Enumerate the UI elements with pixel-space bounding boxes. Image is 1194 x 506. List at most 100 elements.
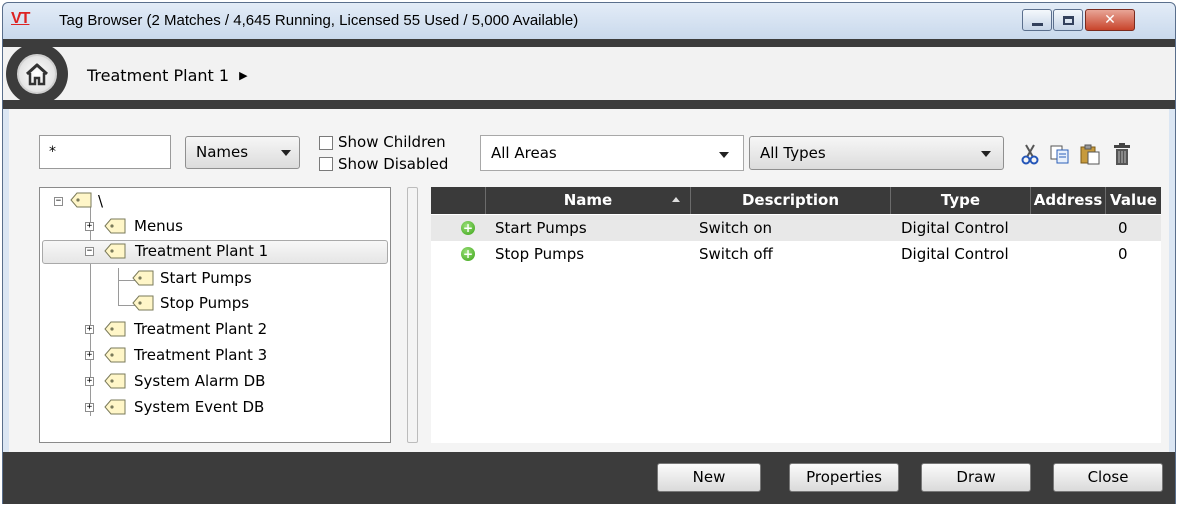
cut-icon [1021,144,1039,165]
tree-root[interactable]: − \ [40,190,390,214]
tree-item-treatment-plant-2[interactable]: + Treatment Plant 2 [40,318,390,342]
cell-type: Digital Control [901,245,1009,263]
main-panel: Names Show Children Show Disabled All Ar… [9,109,1169,452]
table-row[interactable]: + Start Pumps Switch on Digital Control … [431,215,1161,241]
tag-icon [104,243,126,259]
search-input[interactable] [39,135,171,169]
cell-value: 0 [1118,245,1128,263]
cell-type: Digital Control [901,219,1009,237]
tree-item-label: Menus [134,217,183,235]
tree-item-treatment-plant-3[interactable]: + Treatment Plant 3 [40,344,390,368]
column-header-label: Address [1033,191,1103,209]
types-select-value: All Types [760,144,826,162]
table-row[interactable]: + Stop Pumps Switch off Digital Control … [431,241,1161,267]
areas-select-value: All Areas [491,144,557,162]
column-header-icon [431,187,486,214]
sort-ascending-icon [672,197,680,202]
expand-icon[interactable]: + [85,377,94,386]
collapse-icon[interactable]: − [85,247,94,256]
tag-icon [104,399,126,415]
tag-icon [132,270,154,286]
types-select[interactable]: All Types [749,136,1004,170]
column-header-value[interactable]: Value [1106,187,1161,214]
expand-icon[interactable]: + [85,403,94,412]
tree-item-label: Treatment Plant 2 [134,320,268,338]
tag-tree[interactable]: − \ + Menus − Treatment Plant 1 Start Pu… [39,187,391,443]
column-header-label: Value [1110,191,1157,209]
home-icon [25,63,49,86]
tree-item-system-event-db[interactable]: + System Event DB [40,396,390,420]
grid-header: Name Description Type Address Value [431,187,1161,214]
pane-splitter[interactable] [407,187,418,443]
chevron-down-icon [719,152,729,158]
column-header-name[interactable]: Name [486,187,691,214]
expand-icon[interactable]: + [85,351,94,360]
tree-item-treatment-plant-1[interactable]: − Treatment Plant 1 [42,240,388,264]
delete-button[interactable] [1111,142,1133,166]
chevron-down-icon [981,151,991,157]
column-header-address[interactable]: Address [1031,187,1106,214]
expand-icon[interactable]: + [85,325,94,334]
tree-item-start-pumps[interactable]: Start Pumps [40,267,390,291]
show-disabled-checkbox[interactable] [319,157,333,171]
add-tag-icon: + [461,221,475,235]
maximize-button[interactable] [1053,9,1083,31]
tree-item-label: Start Pumps [160,269,252,287]
properties-button[interactable]: Properties [789,463,899,492]
paste-button[interactable] [1079,142,1101,166]
show-disabled-label: Show Disabled [338,155,449,173]
tree-item-label: Treatment Plant 3 [134,346,268,364]
cell-description: Switch on [699,219,773,237]
chevron-down-icon [281,150,291,156]
home-button-face [17,54,57,94]
copy-icon [1050,145,1069,164]
minimize-icon [1031,22,1043,26]
tag-icon [104,321,126,337]
tree-item-label: System Alarm DB [134,372,266,390]
tree-item-stop-pumps[interactable]: Stop Pumps [40,292,390,316]
close-icon: ✕ [1104,12,1116,28]
cut-button[interactable] [1019,142,1041,166]
tree-item-label: Treatment Plant 1 [135,242,269,260]
tree-item-system-alarm-db[interactable]: + System Alarm DB [40,370,390,394]
add-tag-icon: + [461,247,475,261]
search-mode-select[interactable]: Names [185,136,300,169]
window-close-button[interactable]: ✕ [1085,9,1135,31]
copy-button[interactable] [1049,142,1071,166]
close-button[interactable]: Close [1053,463,1163,492]
draw-button[interactable]: Draw [921,463,1031,492]
tree-item-label: Stop Pumps [160,294,250,312]
tree-item-menus[interactable]: + Menus [40,215,390,239]
delete-icon [1114,143,1130,165]
tree-root-label: \ [98,192,104,210]
vt-logo: VT [11,10,30,27]
show-children-option[interactable]: Show Children [319,133,446,151]
tag-icon [104,373,126,389]
breadcrumb-arrow-icon[interactable]: ▶ [239,69,247,82]
tag-icon [70,192,92,208]
show-children-label: Show Children [338,133,446,151]
expand-icon[interactable]: + [85,222,94,231]
areas-select[interactable]: All Areas [480,135,744,171]
tag-grid[interactable]: Name Description Type Address Value + St… [431,187,1161,443]
minimize-button[interactable] [1022,9,1052,31]
column-header-label: Name [563,191,613,209]
show-disabled-option[interactable]: Show Disabled [319,155,448,173]
cell-name: Stop Pumps [495,245,585,263]
title-bar[interactable]: VT Tag Browser (2 Matches / 4,645 Runnin… [3,3,1175,39]
tag-browser-window: VT Tag Browser (2 Matches / 4,645 Runnin… [2,2,1176,504]
tag-icon [104,347,126,363]
collapse-icon[interactable]: − [54,197,63,206]
breadcrumb-item-treatment-plant-1[interactable]: Treatment Plant 1 [87,66,229,85]
column-header-label: Type [940,191,981,209]
column-header-description[interactable]: Description [691,187,891,214]
show-children-checkbox[interactable] [319,136,333,150]
tag-icon [132,295,154,311]
column-header-type[interactable]: Type [891,187,1031,214]
cell-name: Start Pumps [495,219,587,237]
new-button[interactable]: New [657,463,761,492]
cell-value: 0 [1118,219,1128,237]
home-button[interactable] [6,43,68,105]
tree-item-label: System Event DB [134,398,265,416]
tag-icon [104,218,126,234]
